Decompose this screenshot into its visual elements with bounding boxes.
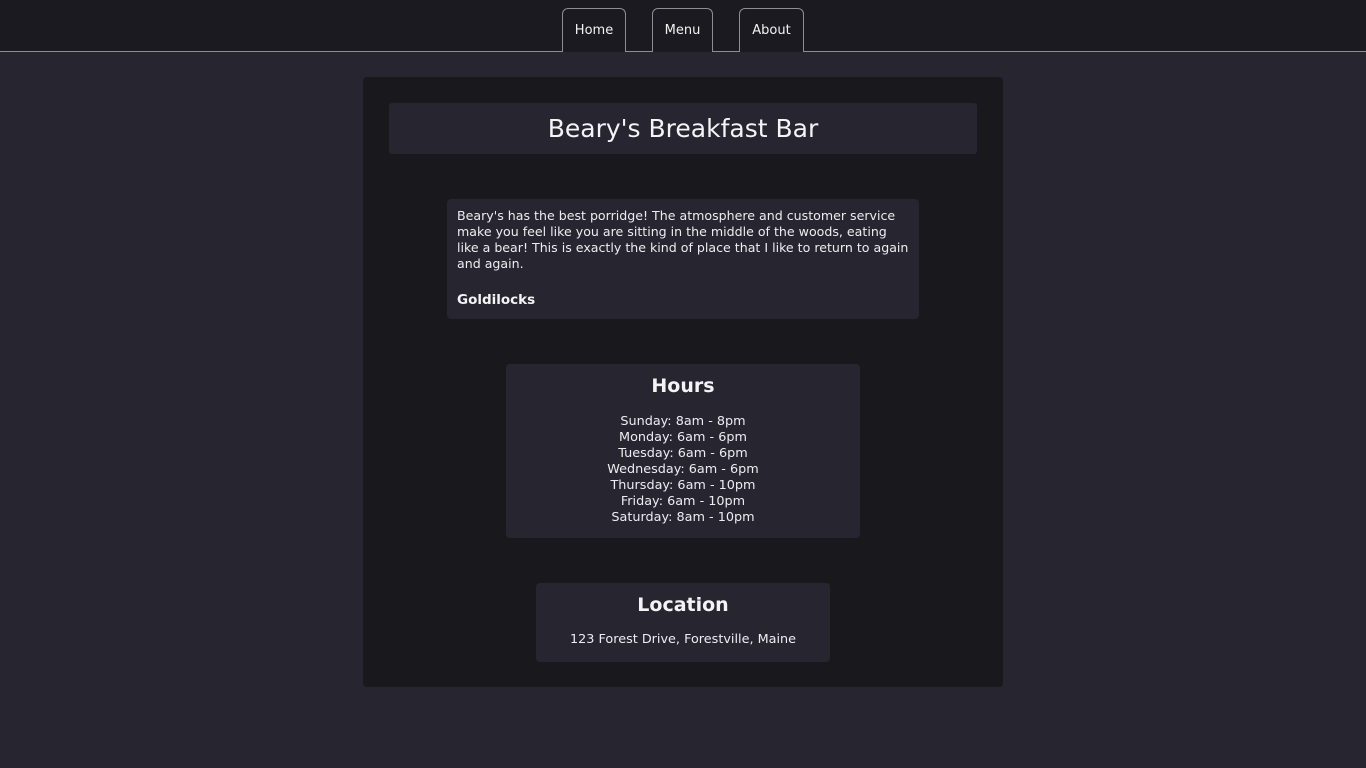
hours-item-tuesday: Tuesday: 6am - 6pm bbox=[618, 446, 748, 461]
hours-item-saturday: Saturday: 8am - 10pm bbox=[611, 510, 755, 525]
main-content-card: Beary's Breakfast Bar Beary's has the be… bbox=[363, 77, 1003, 687]
hours-item-thursday: Thursday: 6am - 10pm bbox=[610, 478, 756, 493]
hours-heading: Hours bbox=[651, 375, 715, 397]
hours-section: Hours Sunday: 8am - 8pm Monday: 6am - 6p… bbox=[506, 364, 860, 538]
review-author: Goldilocks bbox=[457, 292, 536, 308]
hours-item-sunday: Sunday: 8am - 8pm bbox=[620, 414, 746, 429]
nav-menu-button[interactable]: Menu bbox=[652, 8, 713, 52]
hours-item-wednesday: Wednesday: 6am - 6pm bbox=[607, 462, 759, 477]
top-navigation-bar: Home Menu About bbox=[0, 0, 1366, 52]
page-title: Beary's Breakfast Bar bbox=[547, 114, 819, 143]
review-text: Beary's has the best porridge! The atmos… bbox=[457, 208, 909, 271]
page-title-banner: Beary's Breakfast Bar bbox=[389, 103, 977, 154]
hours-item-friday: Friday: 6am - 10pm bbox=[620, 494, 746, 509]
hours-item-monday: Monday: 6am - 6pm bbox=[619, 430, 747, 445]
location-heading: Location bbox=[637, 594, 729, 616]
nav-about-button[interactable]: About bbox=[739, 8, 804, 52]
location-address: 123 Forest Drive, Forestville, Maine bbox=[569, 632, 797, 647]
review-card: Beary's has the best porridge! The atmos… bbox=[447, 199, 919, 319]
nav-home-button[interactable]: Home bbox=[562, 8, 626, 52]
location-section: Location 123 Forest Drive, Forestville, … bbox=[536, 583, 830, 662]
hours-list: Sunday: 8am - 8pm Monday: 6am - 6pm Tues… bbox=[506, 414, 860, 526]
